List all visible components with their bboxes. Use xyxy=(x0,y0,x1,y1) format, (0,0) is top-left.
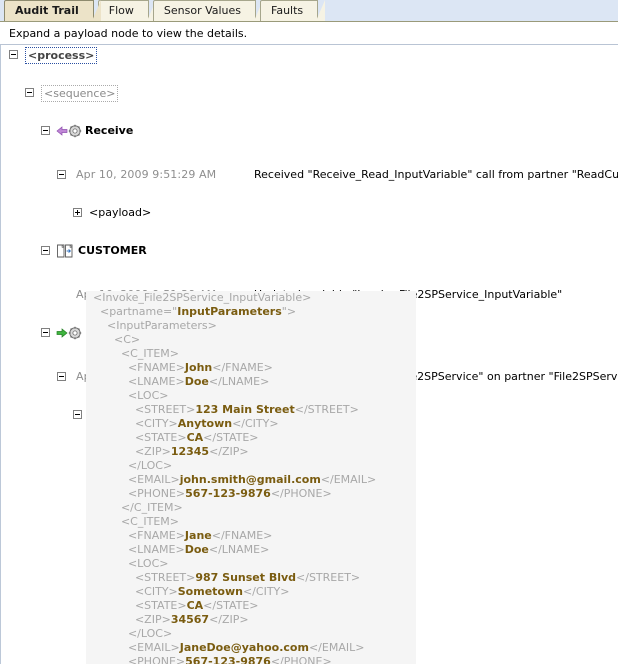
tree-row-sequence: <sequence> xyxy=(1,83,618,102)
payload-xml-line: <C_ITEM> xyxy=(86,515,179,528)
audit-trail-tree: <process> <sequence> Receive Apr 10, 200… xyxy=(0,45,618,664)
payload-xml-line: <C_ITEM> xyxy=(86,347,179,360)
tab-sensor-values-label: Sensor Values xyxy=(163,4,242,17)
toggle-invoke-payload[interactable] xyxy=(73,410,82,419)
node-label-receive-payload[interactable]: <payload> xyxy=(89,203,151,222)
toggle-receive[interactable] xyxy=(41,126,50,135)
tree-row-receive: Receive xyxy=(1,121,618,140)
payload-xml-line: <LOC> xyxy=(86,389,169,402)
node-label-sequence[interactable]: <sequence> xyxy=(41,85,119,102)
tab-audit-trail[interactable]: Audit Trail xyxy=(4,0,101,21)
tree-row-process: <process> xyxy=(1,45,618,64)
toggle-invoke-entry[interactable] xyxy=(57,372,66,381)
payload-xml-line: <EMAIL>JaneDoe@yahoo.com</EMAIL> xyxy=(86,641,365,654)
payload-xml-value: Jane xyxy=(184,529,212,542)
payload-xml-value: 34567 xyxy=(170,613,210,626)
payload-xml-value: 12345 xyxy=(170,445,210,458)
payload-xml-line: <partname="InputParameters"> xyxy=(86,305,297,318)
payload-xml-value: Doe xyxy=(184,543,209,556)
payload-xml-value: 567-123-9876 xyxy=(185,487,271,500)
payload-xml-line: </LOC> xyxy=(86,459,173,472)
tree-row-receive-entry: Apr 10, 2009 9:51:29 AM Received "Receiv… xyxy=(1,165,618,184)
payload-xml-line: </C_ITEM> xyxy=(86,501,183,514)
payload-xml-line: <InputParameters> xyxy=(86,319,217,332)
payload-xml-line: <FNAME>John</FNAME> xyxy=(86,361,273,374)
payload-xml-value: John xyxy=(184,361,213,374)
payload-xml-line: <ZIP>12345</ZIP> xyxy=(86,445,249,458)
toggle-invoke[interactable] xyxy=(41,328,50,337)
payload-xml-line: <ZIP>34567</ZIP> xyxy=(86,613,249,626)
payload-xml-line: <FNAME>Jane</FNAME> xyxy=(86,529,273,542)
payload-xml-line: <STATE>CA</STATE> xyxy=(86,431,259,444)
toggle-process[interactable] xyxy=(9,50,18,59)
tab-bar: Audit Trail Flow Sensor Values Faults xyxy=(0,0,618,22)
tab-flow[interactable]: Flow xyxy=(97,0,157,21)
payload-xml-line: <PHONE>567-123-9876</PHONE> xyxy=(86,487,332,500)
payload-xml-line: <EMAIL>john.smith@gmail.com</EMAIL> xyxy=(86,473,377,486)
payload-xml-value: InputParameters xyxy=(177,305,282,318)
node-label-receive[interactable]: Receive xyxy=(85,121,133,140)
payload-xml-value: Anytown xyxy=(177,417,233,430)
description-receive: Received "Receive_Read_InputVariable" ca… xyxy=(254,168,618,181)
payload-xml-line: <LNAME>Doe</LNAME> xyxy=(86,375,270,388)
payload-xml-line: <C> xyxy=(86,333,141,346)
payload-xml-line: <STREET>123 Main Street</STREET> xyxy=(86,403,359,416)
toggle-receive-entry[interactable] xyxy=(57,170,66,179)
tab-faults-label: Faults xyxy=(271,4,304,17)
payload-xml-value: john.smith@gmail.com xyxy=(179,473,321,486)
customer-document-icon xyxy=(56,244,76,258)
tree-row-customer: CUSTOMER xyxy=(1,241,618,260)
payload-xml-value: CA xyxy=(186,599,204,612)
receive-icon xyxy=(56,124,86,138)
tab-faults[interactable]: Faults xyxy=(260,0,326,21)
info-message: Expand a payload node to view the detail… xyxy=(0,22,618,45)
payload-xml-line: <CITY>Anytown</CITY> xyxy=(86,417,279,430)
toggle-customer[interactable] xyxy=(41,246,50,255)
payload-xml-block: <Invoke_File2SPService_InputVariable> <p… xyxy=(86,291,416,664)
payload-xml-line: <LNAME>Doe</LNAME> xyxy=(86,543,270,556)
tab-sensor-values[interactable]: Sensor Values xyxy=(152,0,264,21)
payload-xml-value: JaneDoe@yahoo.com xyxy=(179,641,309,654)
node-label-customer[interactable]: CUSTOMER xyxy=(78,241,147,260)
tab-audit-trail-label: Audit Trail xyxy=(15,4,79,17)
invoke-icon xyxy=(56,326,86,340)
payload-xml-line: <Invoke_File2SPService_InputVariable> xyxy=(86,291,312,304)
tree-row-receive-payload: <payload> xyxy=(1,203,618,222)
payload-xml-value: 987 Sunset Blvd xyxy=(195,571,297,584)
toggle-sequence[interactable] xyxy=(25,88,34,97)
node-label-process[interactable]: <process> xyxy=(25,47,98,64)
payload-xml-value: Sometown xyxy=(177,585,243,598)
payload-xml-line: </LOC> xyxy=(86,627,173,640)
timestamp-receive: Apr 10, 2009 9:51:29 AM xyxy=(76,168,217,181)
payload-xml-line: <LOC> xyxy=(86,557,169,570)
payload-xml-value: 567-123-9876 xyxy=(185,655,271,664)
payload-xml-value: Doe xyxy=(184,375,209,388)
payload-xml-line: <CITY>Sometown</CITY> xyxy=(86,585,290,598)
payload-xml-line: <STREET>987 Sunset Blvd</STREET> xyxy=(86,571,361,584)
payload-xml-line: <PHONE>567-123-9876</PHONE> xyxy=(86,655,416,664)
payload-xml-line: <STATE>CA</STATE> xyxy=(86,599,259,612)
tab-flow-label: Flow xyxy=(108,4,134,17)
toggle-receive-payload[interactable] xyxy=(73,208,82,217)
payload-xml-value: CA xyxy=(186,431,204,444)
payload-xml-value: 123 Main Street xyxy=(195,403,295,416)
